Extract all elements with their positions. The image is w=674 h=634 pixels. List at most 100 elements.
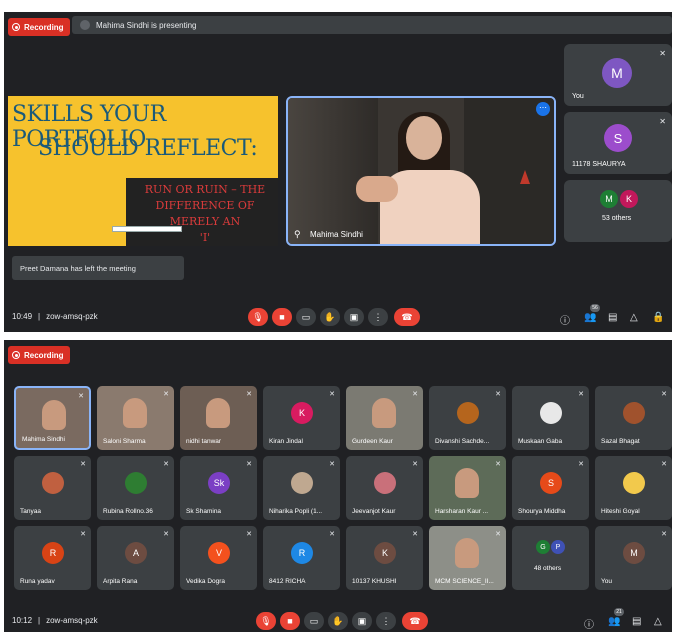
background-window	[288, 98, 378, 244]
participant-name: Hiteshi Goyal	[601, 508, 640, 515]
mic-off-icon: ✕	[246, 391, 252, 398]
captions-icon: ▭	[309, 615, 319, 626]
participant-name: 10137 KHUSHI	[352, 578, 397, 585]
presenting-banner: Mahima Sindhi is presenting	[72, 16, 672, 34]
more-options-icon[interactable]: ⋯	[536, 102, 550, 116]
mic-off-icon: 🎙	[252, 311, 264, 322]
mic-off-icon: ✕	[578, 461, 584, 468]
camera-toggle-button[interactable]: ■	[272, 308, 292, 326]
mic-toggle-button[interactable]: 🎙	[256, 612, 276, 630]
mic-off-icon: ✕	[659, 117, 666, 126]
participant-tile[interactable]: ✕ Sazal Bhagat	[595, 386, 672, 450]
tile-others[interactable]: M K 53 others	[564, 180, 672, 242]
participant-tile[interactable]: R ✕ Runa yadav	[14, 526, 91, 590]
end-call-button[interactable]: ☎	[394, 308, 420, 326]
mic-off-icon: ✕	[80, 461, 86, 468]
participant-video	[455, 468, 479, 498]
raise-hand-button[interactable]: ✋	[320, 308, 340, 326]
participant-name: You	[601, 578, 612, 585]
participant-name: Saloni Sharma	[103, 438, 146, 445]
participant-tile[interactable]: ✕ Rubina Rollno.36	[97, 456, 174, 520]
participant-tile[interactable]: ✕ Mahima Sindhi	[14, 386, 91, 450]
participant-name: Runa yadav	[20, 578, 55, 585]
participant-name: 8412 RICHA	[269, 578, 306, 585]
participant-name: Mahima Sindhi	[22, 436, 65, 443]
mic-off-icon: ✕	[246, 531, 252, 538]
presenter-video-tile[interactable]: ⋯ ⚲ Mahima Sindhi	[286, 96, 556, 246]
chat-icon[interactable]: ▤	[632, 616, 641, 627]
present-button[interactable]: ▣	[352, 612, 372, 630]
activities-icon[interactable]: △	[654, 616, 662, 627]
chat-icon[interactable]: ▤	[608, 312, 617, 323]
participant-tile[interactable]: K ✕ 10137 KHUSHI	[346, 526, 423, 590]
participant-tile[interactable]: ✕ nidhi tanwar	[180, 386, 257, 450]
more-options-button[interactable]: ⋮	[376, 612, 396, 630]
participant-tile[interactable]: ✕ Jeevanjot Kaur	[346, 456, 423, 520]
mic-off-icon: ✕	[412, 531, 418, 538]
end-call-button[interactable]: ☎	[402, 612, 428, 630]
info-icon[interactable]: ⓘ	[560, 312, 570, 327]
participant-tile[interactable]: S ✕ Shourya Middha	[512, 456, 589, 520]
profile-photo	[540, 402, 562, 424]
participant-name: Niharika Popli (1...	[269, 508, 323, 515]
mic-off-icon: ✕	[495, 531, 501, 538]
separator: |	[38, 616, 41, 625]
avatar: M	[600, 190, 618, 208]
participant-tile[interactable]: A ✕ Arpita Rana	[97, 526, 174, 590]
participant-tile[interactable]: Sk ✕ Sk Shamina	[180, 456, 257, 520]
people-icon[interactable]: 👥	[584, 312, 596, 323]
meeting-details: 10:12 | zow-amsq-pzk	[12, 616, 98, 625]
mic-off-icon: ✕	[163, 531, 169, 538]
activities-icon[interactable]: △	[630, 312, 638, 323]
participant-name: Sazal Bhagat	[601, 438, 640, 445]
participant-tile[interactable]: ✕ Gurdeen Kaur	[346, 386, 423, 450]
participant-tile[interactable]: ✕ Saloni Sharma	[97, 386, 174, 450]
host-controls-icon[interactable]: 🔒	[652, 312, 664, 323]
mic-toggle-button[interactable]: 🎙	[248, 308, 268, 326]
participant-tile[interactable]: ✕ Divanshi Sachde...	[429, 386, 506, 450]
mic-off-icon: ✕	[163, 461, 169, 468]
participant-tile[interactable]: ✕ MCM SCIENCE_II...	[429, 526, 506, 590]
more-options-button[interactable]: ⋮	[368, 308, 388, 326]
participant-tile[interactable]: ✕ Hiteshi Goyal	[595, 456, 672, 520]
participant-tile[interactable]: ✕ Tanyaa	[14, 456, 91, 520]
participant-tile[interactable]: K ✕ Kiran Jindal	[263, 386, 340, 450]
camera-off-icon: ■	[287, 616, 293, 626]
mic-off-icon: ✕	[578, 391, 584, 398]
captions-button[interactable]: ▭	[296, 308, 316, 326]
mic-off-icon: ✕	[80, 531, 86, 538]
participant-tile[interactable]: ✕ Niharika Popli (1...	[263, 456, 340, 520]
slide-subtitle: RUN OR RUIN – THE DIFFERENCE OF MERELY A…	[132, 182, 278, 246]
present-icon: ▣	[357, 615, 367, 626]
recording-label: Recording	[24, 22, 64, 32]
participant-video	[42, 400, 66, 430]
participant-tile[interactable]: G P 48 others	[512, 526, 589, 590]
slide-sub-line1: RUN OR RUIN – THE	[144, 183, 266, 196]
profile-photo	[374, 472, 396, 494]
mic-off-icon: ✕	[495, 391, 501, 398]
participant-count-badge: 21	[614, 608, 624, 616]
participant-tile[interactable]: ✕ Muskaan Gaba	[512, 386, 589, 450]
avatar: Sk	[208, 472, 230, 494]
captions-button[interactable]: ▭	[304, 612, 324, 630]
slide-url-bar	[112, 226, 182, 232]
raise-hand-button[interactable]: ✋	[328, 612, 348, 630]
mic-off-icon: ✕	[661, 461, 667, 468]
more-options-icon: ⋮	[381, 615, 391, 626]
tile-you[interactable]: ✕ M You	[564, 44, 672, 106]
record-icon	[12, 23, 20, 31]
avatar: A	[125, 542, 147, 564]
camera-toggle-button[interactable]: ■	[280, 612, 300, 630]
participant-name: MCM SCIENCE_II...	[435, 578, 494, 585]
mic-off-icon: ✕	[661, 391, 667, 398]
participant-tile[interactable]: ✕ Harsharan Kaur ...	[429, 456, 506, 520]
participant-tile[interactable]: R ✕ 8412 RICHA	[263, 526, 340, 590]
present-button[interactable]: ▣	[344, 308, 364, 326]
tile-shaurya[interactable]: ✕ S 11178 SHAURYA	[564, 112, 672, 174]
participant-name: Gurdeen Kaur	[352, 438, 393, 445]
info-icon[interactable]: ⓘ	[584, 616, 594, 631]
participant-tile[interactable]: M ✕ You	[595, 526, 672, 590]
pin-icon[interactable]: ⚲	[294, 229, 301, 240]
people-icon[interactable]: 👥	[608, 616, 620, 627]
participant-tile[interactable]: V ✕ Vedika Dogra	[180, 526, 257, 590]
